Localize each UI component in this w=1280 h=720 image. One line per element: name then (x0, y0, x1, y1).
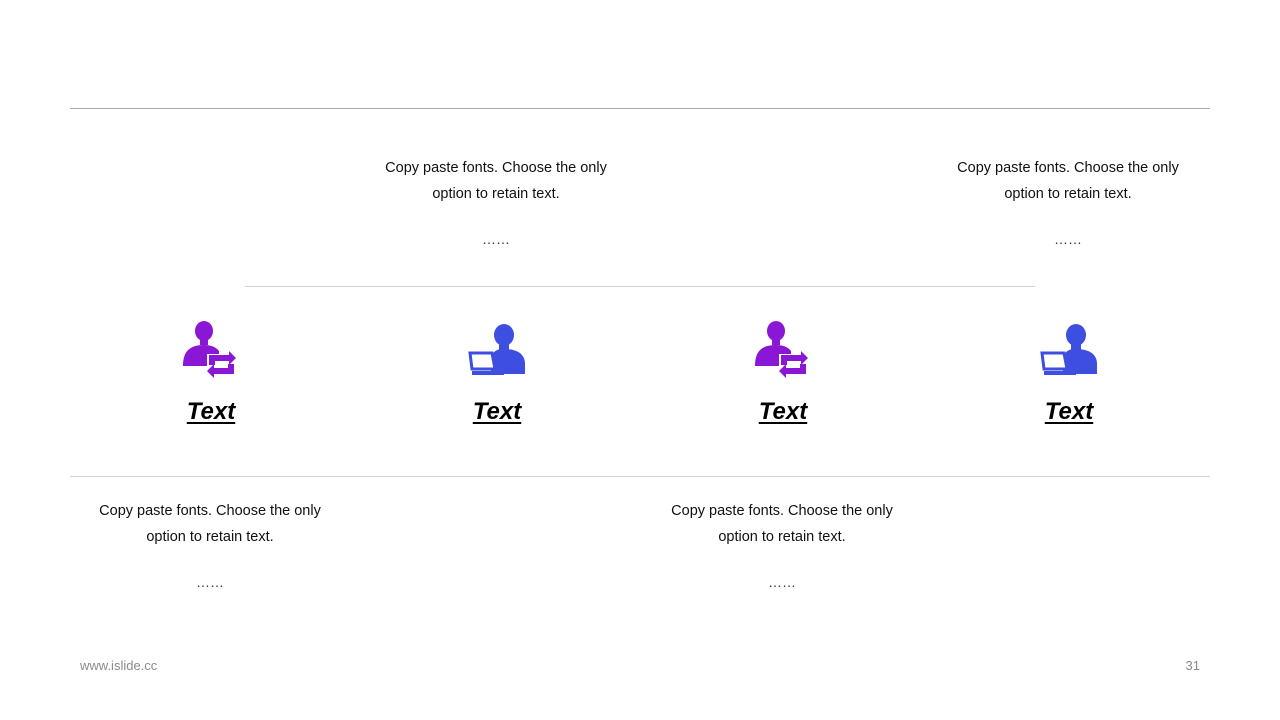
user-laptop-icon (468, 324, 525, 375)
user-laptop-icon (1040, 324, 1097, 375)
page-number: 31 (1185, 658, 1200, 673)
ellipsis-text: …… (196, 574, 224, 590)
feature-item-2: Text (417, 320, 577, 426)
footer-website: www.islide.cc (80, 658, 158, 673)
ellipsis-text: …… (768, 574, 796, 590)
user-exchange-icon (755, 321, 808, 378)
bottom-text-block-2: Copy paste fonts. Choose the only option… (652, 498, 912, 598)
middle-divider (245, 286, 1035, 287)
top-text-block-2: Copy paste fonts. Choose the only option… (938, 155, 1198, 255)
feature-item-3: Text (703, 320, 863, 426)
item-title: Text (1044, 398, 1094, 425)
top-divider (70, 108, 1210, 109)
feature-item-1: Text (131, 320, 291, 426)
bottom-divider (70, 476, 1210, 477)
top-text-block-1: Copy paste fonts. Choose the only option… (366, 155, 626, 255)
description-text: Copy paste fonts. Choose the only option… (99, 503, 321, 545)
description-text: Copy paste fonts. Choose the only option… (671, 503, 893, 545)
ellipsis-text: …… (1054, 231, 1082, 247)
feature-item-4: Text (989, 320, 1149, 426)
bottom-text-block-1: Copy paste fonts. Choose the only option… (80, 498, 340, 598)
description-text: Copy paste fonts. Choose the only option… (957, 160, 1179, 202)
user-exchange-icon (183, 321, 236, 378)
item-title: Text (758, 398, 808, 425)
item-title: Text (472, 398, 522, 425)
ellipsis-text: …… (482, 231, 510, 247)
item-title: Text (186, 398, 236, 425)
description-text: Copy paste fonts. Choose the only option… (385, 160, 607, 202)
